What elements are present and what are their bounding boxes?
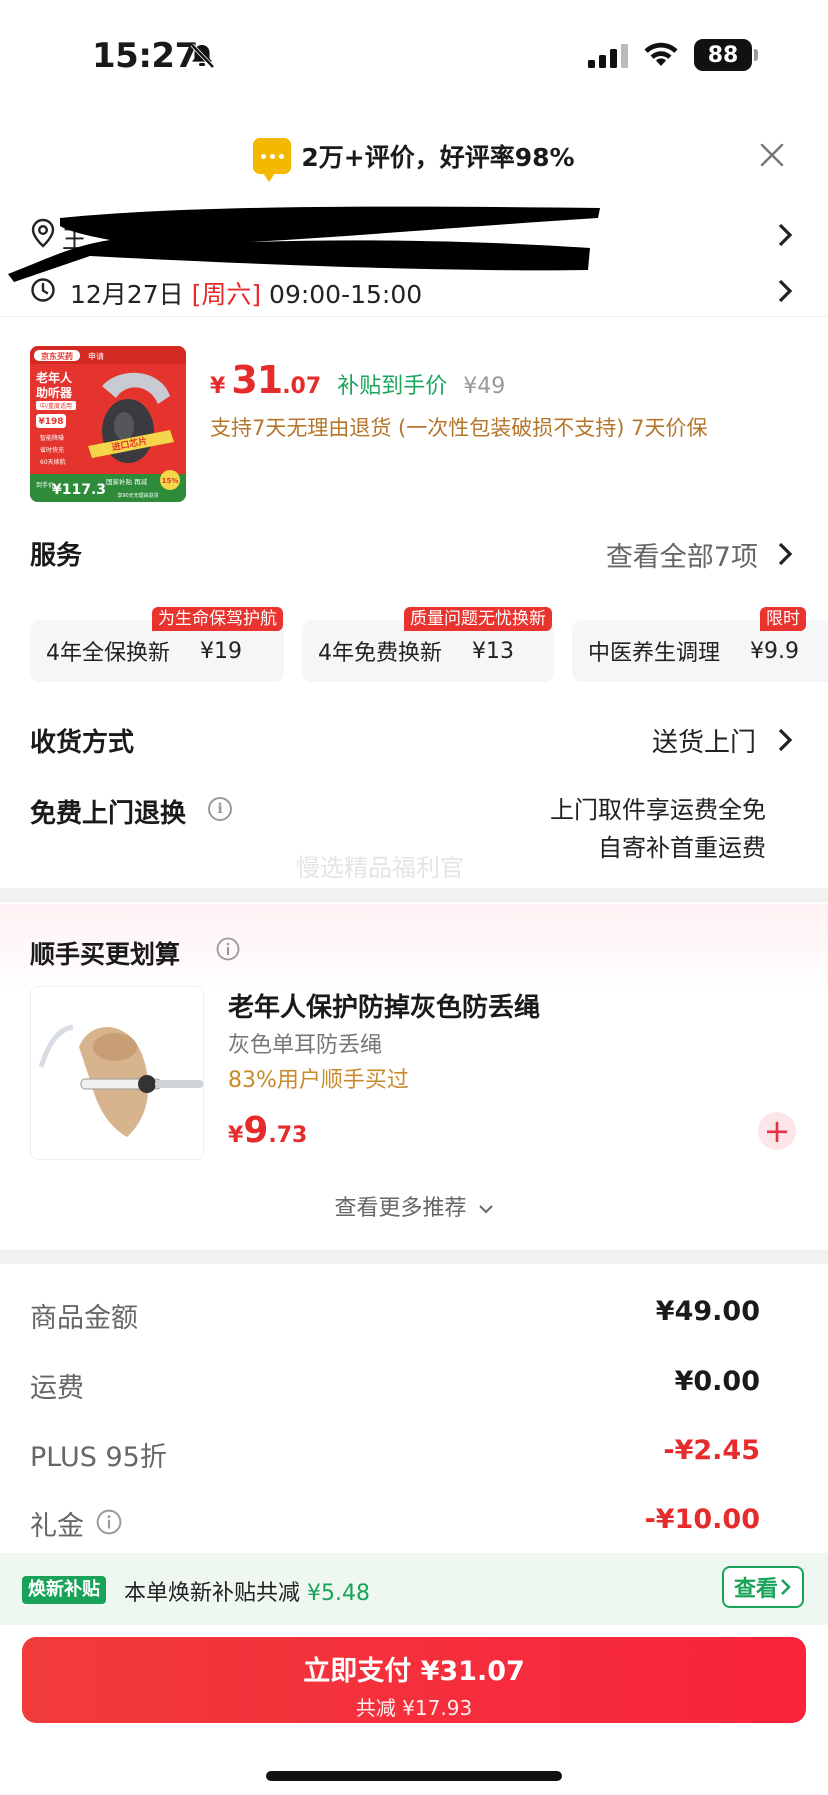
image-feature-3: 60天续航 xyxy=(40,458,66,466)
chevron-down-icon xyxy=(478,1205,493,1214)
pay-now-label: 立即支付 ¥31.07 xyxy=(303,1656,525,1687)
return-policy: 支持7天无理由退货 (一次性包装破损不支持) 7天价保 xyxy=(210,416,708,440)
more-recommendations[interactable]: 查看更多推荐 xyxy=(0,1190,828,1222)
chevron-right-icon[interactable] xyxy=(777,278,793,304)
review-banner[interactable]: 2万+评价，好评率98% xyxy=(0,136,828,182)
pay-total-saved: 共减 ¥17.93 xyxy=(355,1696,473,1720)
chevron-right-icon xyxy=(781,1579,791,1595)
image-title-1: 老年人 xyxy=(36,370,73,385)
image-title-2: 助听器 xyxy=(36,385,73,400)
home-indicator[interactable] xyxy=(266,1771,562,1781)
add-upsell-button[interactable]: + xyxy=(758,1112,796,1150)
free-return-line1: 上门取件享运费全免 xyxy=(550,796,766,824)
more-recommendations-label: 查看更多推荐 xyxy=(334,1196,467,1221)
status-time: 15:27 xyxy=(92,36,198,76)
image-pct: 15% xyxy=(162,477,179,485)
upsell-social-proof: 83%用户顺手买过 xyxy=(228,1068,409,1093)
price-decimal: .73 xyxy=(268,1123,308,1148)
section-separator xyxy=(0,1250,828,1264)
shipping-fee-value: ¥0.00 xyxy=(674,1366,760,1397)
price-decimal: .07 xyxy=(282,374,322,399)
subsidy-price-label: 补贴到手价 xyxy=(337,374,448,399)
free-return-line2: 自寄补首重运费 xyxy=(598,834,766,862)
image-subtitle: 中/重度适用 xyxy=(40,402,72,410)
image-bottom-note: 享90天无理由退货 xyxy=(117,492,158,499)
free-return-title: 免费上门退换 xyxy=(30,799,187,829)
image-badge: 申请 xyxy=(88,351,104,361)
upsell-product-image[interactable] xyxy=(30,986,204,1160)
subsidy-badge: 焕新补贴 xyxy=(22,1576,106,1604)
shipping-method[interactable]: 送货上门 xyxy=(652,722,756,759)
service-card-3-clip: 中医养生调理 ¥9.9 限时 xyxy=(572,607,828,687)
image-subsidy-label: 国家补贴 再减 xyxy=(106,477,148,486)
service-name: 4年免费换新 xyxy=(318,641,442,666)
section-separator xyxy=(0,888,828,902)
battery-indicator: 88 xyxy=(694,39,752,71)
product-price: ¥ 31 .07 补贴到手价 ¥49 xyxy=(210,358,505,402)
service-name: 中医养生调理 xyxy=(588,641,721,666)
upsell-product-name[interactable]: 老年人保护防掉灰色防丢绳 xyxy=(228,987,540,1024)
close-icon[interactable] xyxy=(758,141,786,169)
chevron-right-icon[interactable] xyxy=(777,541,793,567)
upsell-product-spec: 灰色单耳防丢绳 xyxy=(228,1033,383,1058)
chevron-right-icon[interactable] xyxy=(777,222,793,248)
upsell-price: ¥ 9 .73 xyxy=(228,1110,307,1151)
service-price: ¥13 xyxy=(472,638,514,664)
services-view-all[interactable]: 查看全部7项 xyxy=(606,535,758,574)
plus-discount-value: -¥2.45 xyxy=(663,1435,760,1466)
plus-discount-label: PLUS 95折 xyxy=(30,1442,167,1473)
shipping-title: 收货方式 xyxy=(30,728,135,758)
service-tag: 限时 xyxy=(760,607,806,631)
divider xyxy=(0,316,828,317)
image-feature-1: 智能降噪 xyxy=(40,434,64,442)
battery-tip xyxy=(754,49,758,61)
services-title: 服务 xyxy=(30,541,83,571)
info-icon[interactable]: i xyxy=(208,797,232,821)
upsell-title: 顺手买更划算 xyxy=(30,940,181,969)
lanyard-product-graphic xyxy=(31,987,203,1159)
shipping-fee-label: 运费 xyxy=(30,1373,84,1404)
cell-signal-icon xyxy=(588,44,628,68)
subsidy-view-button[interactable]: 查看 xyxy=(722,1566,804,1608)
original-price: ¥49 xyxy=(463,374,506,399)
gift-money-label: 礼金 xyxy=(30,1511,84,1542)
service-name: 4年全保换新 xyxy=(46,641,170,666)
price-integer: 9 xyxy=(243,1110,269,1151)
image-price-tag: ¥198 xyxy=(38,417,63,427)
subsidy-amount: ¥5.48 xyxy=(307,1581,370,1606)
chevron-right-icon[interactable] xyxy=(777,727,793,753)
review-summary: 2万+评价，好评率98% xyxy=(301,143,575,172)
wifi-icon xyxy=(644,42,678,66)
price-currency: ¥ xyxy=(228,1123,244,1148)
info-icon[interactable] xyxy=(216,937,240,961)
service-price: ¥19 xyxy=(200,638,242,664)
hearing-aid-product-graphic: 京东买药 申请 老年人 助听器 中/重度适用 ¥198 智能降噪 省时快充 60… xyxy=(30,346,186,502)
redaction-scribble xyxy=(8,206,600,282)
service-price: ¥9.9 xyxy=(750,638,799,664)
subtotal-value: ¥49.00 xyxy=(655,1296,760,1327)
info-icon[interactable] xyxy=(96,1509,122,1535)
price-currency: ¥ xyxy=(210,374,226,399)
image-brand: 京东买药 xyxy=(41,351,73,361)
service-tag: 为生命保驾护航 xyxy=(152,607,283,631)
subsidy-text: 本单焕新补贴共减 ¥5.48 xyxy=(124,1575,370,1607)
subtotal-label: 商品金额 xyxy=(30,1303,138,1334)
subsidy-label: 本单焕新补贴共减 xyxy=(124,1581,301,1606)
service-tag: 质量问题无忧换新 xyxy=(404,607,552,631)
gift-money-value: -¥10.00 xyxy=(644,1504,760,1535)
chat-bubble-icon xyxy=(253,138,292,182)
price-integer: 31 xyxy=(231,358,283,402)
image-bottom-price: ¥117.3 xyxy=(52,482,106,498)
pay-now-button[interactable]: 立即支付 ¥31.07 共减 ¥17.93 xyxy=(22,1637,806,1723)
image-feature-2: 省时快充 xyxy=(40,446,64,454)
subsidy-view-label: 查看 xyxy=(733,1577,778,1602)
watermark: 慢选精品福利官 xyxy=(296,854,464,882)
bell-muted-icon xyxy=(190,43,215,69)
product-image[interactable]: 京东买药 申请 老年人 助听器 中/重度适用 ¥198 智能降噪 省时快充 60… xyxy=(30,346,186,502)
